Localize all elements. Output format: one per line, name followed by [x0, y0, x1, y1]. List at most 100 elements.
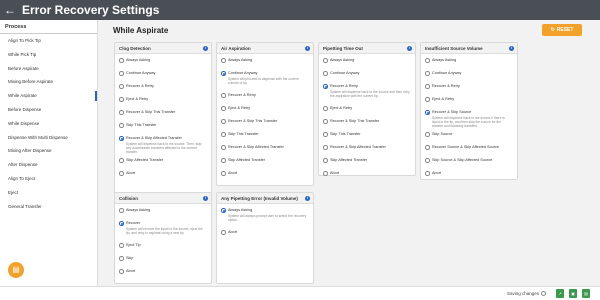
export-icon[interactable]: ↗	[556, 289, 564, 298]
radio-option[interactable]: Recover & Skip Source System will dispens…	[421, 110, 513, 128]
sidebar-item[interactable]: Align To Pick Tip	[0, 34, 97, 48]
radio-icon[interactable]	[119, 208, 124, 213]
info-icon[interactable]: i	[203, 195, 208, 201]
sidebar-item[interactable]: Align To Eject	[0, 172, 97, 186]
radio-option[interactable]: Always Asking	[319, 58, 411, 63]
radio-option[interactable]: Always Asking	[217, 58, 309, 63]
info-icon[interactable]: i	[509, 45, 514, 51]
radio-icon[interactable]	[119, 256, 124, 261]
radio-icon[interactable]	[425, 58, 430, 63]
radio-icon[interactable]	[119, 158, 124, 163]
radio-option[interactable]: Recover & Skip This Transfer	[319, 119, 411, 124]
radio-icon[interactable]	[323, 58, 328, 63]
radio-icon[interactable]	[323, 158, 328, 163]
radio-option[interactable]: Abort	[421, 171, 513, 176]
radio-icon[interactable]	[221, 58, 226, 63]
sidebar-item[interactable]: Mixing Before Aspirate	[0, 75, 97, 89]
info-icon[interactable]: i	[407, 45, 412, 51]
radio-icon[interactable]	[323, 119, 328, 124]
radio-icon[interactable]	[425, 84, 430, 89]
radio-selected-icon[interactable]	[221, 208, 226, 213]
radio-option[interactable]: Recover & Skip Affected Transfer	[319, 145, 411, 150]
radio-option[interactable]: Recover & Skip This Transfer	[115, 110, 207, 115]
radio-icon[interactable]	[323, 171, 328, 176]
radio-option[interactable]: Continue Anyway	[421, 71, 513, 76]
radio-icon[interactable]	[425, 171, 430, 176]
radio-option[interactable]: Recover & Retry	[421, 84, 513, 89]
radio-selected-icon[interactable]	[119, 221, 124, 226]
radio-option[interactable]: Recover & Retry	[115, 84, 207, 89]
info-icon[interactable]: i	[305, 195, 310, 201]
radio-icon[interactable]	[119, 97, 124, 102]
radio-icon[interactable]	[221, 93, 226, 98]
radio-selected-icon[interactable]	[119, 136, 124, 141]
radio-option[interactable]: Skip Affected Transfer	[319, 158, 411, 163]
radio-icon[interactable]	[221, 230, 226, 235]
sidebar-item[interactable]: General Transfer	[0, 200, 97, 214]
radio-icon[interactable]	[221, 158, 226, 163]
radio-option[interactable]: Abort	[319, 171, 411, 176]
radio-selected-icon[interactable]	[323, 84, 328, 89]
radio-option[interactable]: Abort	[217, 171, 309, 176]
radio-option[interactable]: Skip	[115, 256, 207, 261]
info-icon[interactable]: i	[305, 45, 310, 51]
sidebar-item[interactable]: While Dispense	[0, 117, 97, 131]
sidebar-item[interactable]: Before Dispense	[0, 103, 97, 117]
radio-option[interactable]: Recover & Retry	[217, 93, 309, 98]
radio-option[interactable]: Continue Anyway System will proceed to di…	[217, 71, 309, 85]
radio-icon[interactable]	[119, 110, 124, 115]
radio-option[interactable]: Eject & Retry	[421, 97, 513, 102]
radio-selected-icon[interactable]	[221, 71, 226, 76]
radio-option[interactable]: Eject Tip	[115, 243, 207, 248]
sidebar-item[interactable]: While Aspirate	[0, 89, 97, 103]
radio-selected-icon[interactable]	[425, 110, 430, 115]
save-icon[interactable]: ▣	[569, 289, 577, 298]
radio-icon[interactable]	[221, 106, 226, 111]
radio-icon[interactable]	[119, 171, 124, 176]
clipboard-icon[interactable]: ▤	[8, 262, 24, 278]
radio-option[interactable]: Always Asking	[421, 58, 513, 63]
radio-icon[interactable]	[221, 119, 226, 124]
radio-option[interactable]: Skip Affected Transfer	[217, 158, 309, 163]
sidebar-item[interactable]: Eject	[0, 186, 97, 200]
radio-option[interactable]: Continue Anyway	[115, 71, 207, 76]
radio-icon[interactable]	[323, 71, 328, 76]
sidebar-item[interactable]: Dispense With Multi Dispense	[0, 131, 97, 145]
radio-option[interactable]: Recover & Skip This Transfer	[217, 119, 309, 124]
radio-icon[interactable]	[119, 71, 124, 76]
radio-icon[interactable]	[119, 269, 124, 274]
radio-icon[interactable]	[119, 84, 124, 89]
radio-option[interactable]: Abort	[115, 269, 207, 274]
radio-option[interactable]: Always Asking	[115, 58, 207, 63]
radio-option[interactable]: Skip Source	[421, 132, 513, 137]
radio-option[interactable]: Always Asking System will always prompt u…	[217, 208, 309, 222]
radio-icon[interactable]	[425, 71, 430, 76]
radio-option[interactable]: Abort	[115, 171, 207, 176]
sidebar-item[interactable]: While Pick Tip	[0, 48, 97, 62]
radio-option[interactable]: Always Asking	[115, 208, 207, 213]
sidebar-item[interactable]: Mixing After Dispense	[0, 144, 97, 158]
radio-option[interactable]: Recover Source & Skip Affected Source	[421, 145, 513, 150]
sidebar-item[interactable]: Before Aspirate	[0, 62, 97, 76]
radio-icon[interactable]	[119, 243, 124, 248]
radio-icon[interactable]	[425, 132, 430, 137]
radio-option[interactable]: Eject & Retry	[319, 106, 411, 111]
arrow-left-icon[interactable]: ←	[0, 3, 20, 17]
radio-icon[interactable]	[221, 132, 226, 137]
radio-icon[interactable]	[323, 106, 328, 111]
radio-option[interactable]: Skip This Transfer	[115, 123, 207, 128]
info-icon[interactable]: i	[203, 45, 208, 51]
radio-icon[interactable]	[425, 97, 430, 102]
radio-option[interactable]: Recover System will recover the liquid to…	[115, 221, 207, 235]
radio-icon[interactable]	[119, 123, 124, 128]
radio-option[interactable]: Abort	[217, 230, 309, 235]
reset-button[interactable]: ↻ RESET	[542, 24, 582, 36]
radio-option[interactable]: Skip Affected Transfer	[115, 158, 207, 163]
radio-option[interactable]: Skip This Transfer	[217, 132, 309, 137]
radio-icon[interactable]	[323, 145, 328, 150]
radio-option[interactable]: Skip This Transfer	[319, 132, 411, 137]
sidebar-item[interactable]: After Dispense	[0, 158, 97, 172]
radio-icon[interactable]	[425, 145, 430, 150]
radio-option[interactable]: Recover & Skip Affected Transfer System w…	[115, 136, 207, 154]
radio-option[interactable]: Eject & Retry	[115, 97, 207, 102]
